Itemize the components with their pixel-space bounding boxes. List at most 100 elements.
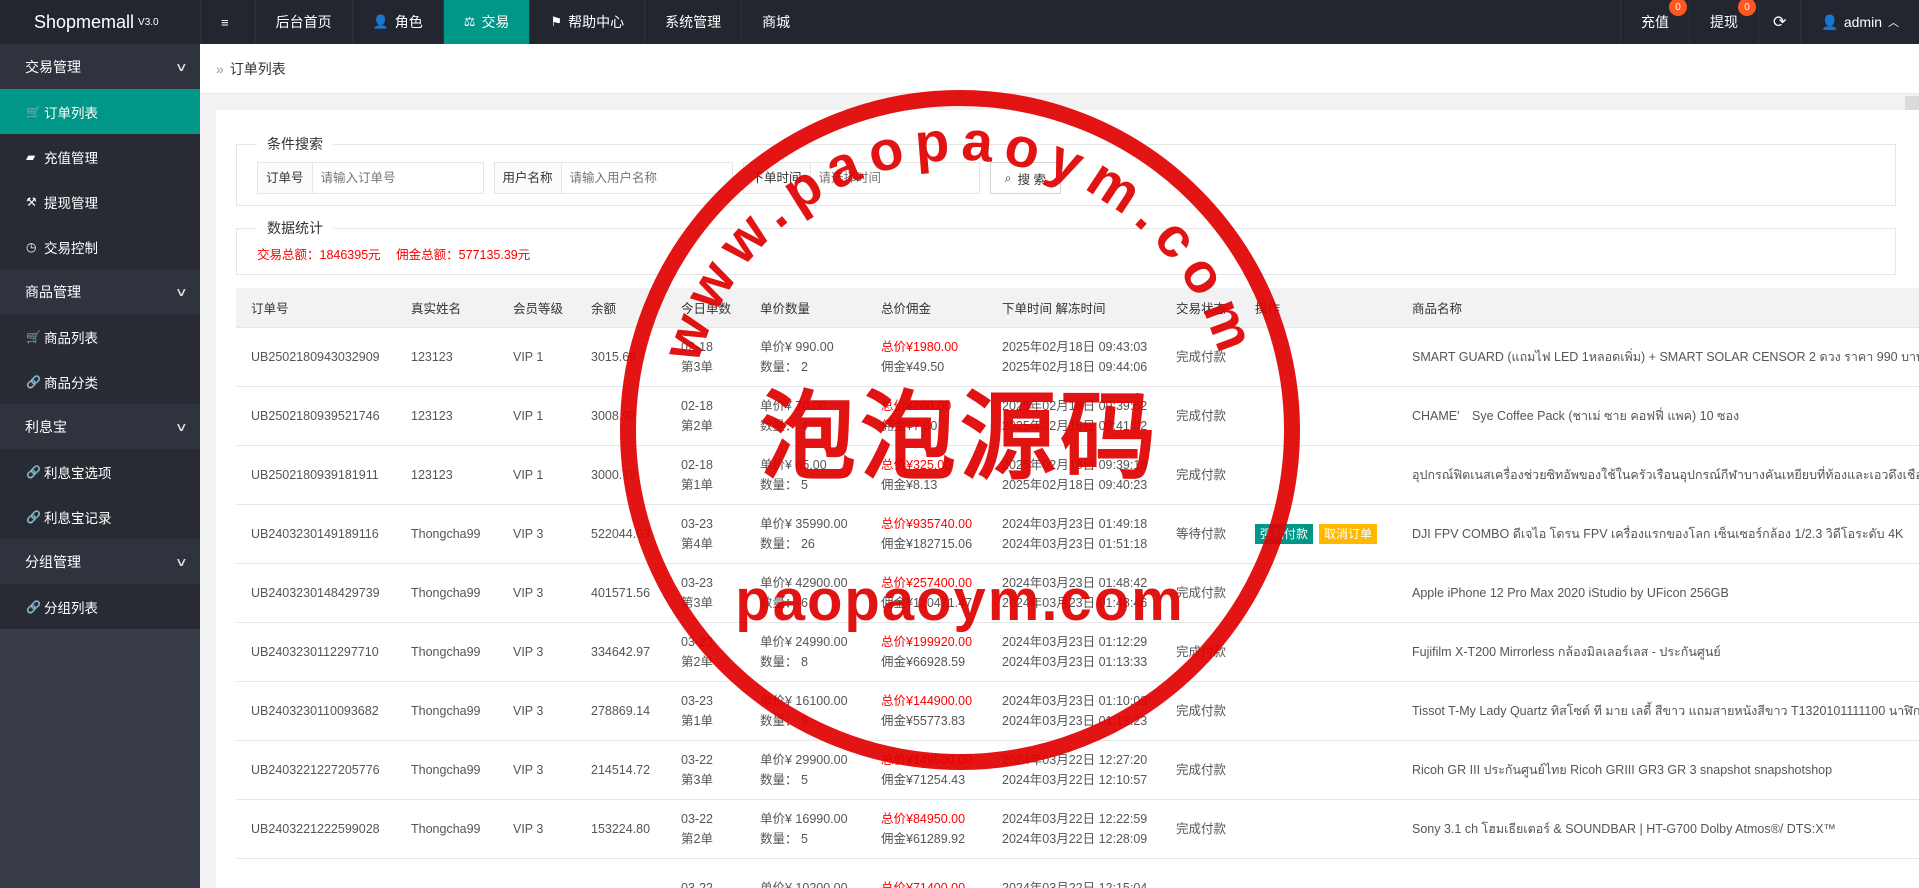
today-orders-cell: 03-22 (666, 858, 745, 888)
order-time: 2025年02月18日 09:39:18 (1002, 457, 1148, 472)
table-row[interactable]: UB2502180939181911 123123 VIP 1 3000.79 02-1… (236, 445, 1919, 505)
table-row[interactable]: 03-22 单价¥ 10200.00 总价¥71400.00 2024年03月22日 … (236, 858, 1919, 888)
actions-cell (1240, 622, 1397, 682)
sidebar-item-icon: 🔗 (26, 509, 41, 524)
real-name-cell (396, 858, 498, 888)
actions-cell (1240, 445, 1397, 505)
sidebar-group-3[interactable]: 分组管理 ∨ (0, 539, 200, 584)
unfreeze-time: 2024年03月23日 01:13:23 (1002, 713, 1148, 728)
order-time-input[interactable] (810, 163, 979, 193)
order-date: 03-23 (681, 693, 713, 708)
product-name-cell: SMART GUARD (แถมไฟ LED 1หลอดเพิ่ม) + SMA… (1397, 327, 1919, 387)
order-time: 2025年02月18日 09:39:52 (1002, 398, 1148, 413)
quantity: 数量： 2 (760, 359, 808, 374)
quantity: 数量： 5 (760, 477, 808, 492)
order-nth: 第4单 (681, 536, 713, 551)
force-pay-button[interactable]: 强制付款 (1255, 523, 1314, 544)
breadcrumb-separator-icon: » (216, 60, 224, 77)
sidebar-item-2-1[interactable]: 🔗 利息宝记录 (0, 494, 200, 539)
sidebar-item-3-0[interactable]: 🔗 分组列表 (0, 584, 200, 629)
real-name-cell: 123123 (396, 386, 498, 446)
actions-cell (1240, 858, 1397, 888)
commission: 佣金¥66928.59 (881, 654, 966, 669)
total-commission-cell: 总价¥280.00 佣金¥7.00 (866, 386, 987, 446)
top-nav-item-3[interactable]: ⚖ 交易 (442, 0, 530, 44)
sidebar-item-0-3[interactable]: ◷ 交易控制 (0, 224, 200, 269)
balance-cell: 278869.14 (576, 681, 666, 741)
order-date: 03-23 (681, 634, 713, 649)
status-cell: 完成付款 (1161, 445, 1240, 505)
top-nav-item-5[interactable]: 系统管理 (644, 0, 741, 44)
order-date: 03-23 (681, 575, 713, 590)
status-cell: 完成付款 (1161, 740, 1240, 800)
table-body: UB2502180943032909 123123 VIP 1 3015.69 02-1… (236, 327, 1919, 888)
sidebar-group-2[interactable]: 利息宝 ∨ (0, 404, 200, 449)
column-header-9: 操作 (1240, 288, 1397, 328)
table-row[interactable]: UB2502180939521746 123123 VIP 1 3008.92 02-1… (236, 386, 1919, 446)
time-cell: 2025年02月18日 09:39:18 2025年02月18日 09:40:23 (987, 445, 1161, 505)
total-price: 总价¥199920.00 (881, 634, 973, 649)
recharge-button[interactable]: 充值 0 (1620, 0, 1689, 44)
sidebar-group-0[interactable]: 交易管理 ∨ (0, 44, 200, 89)
top-header: Shopmemall V3.0 ≡ 后台首页 👤 角色 ⚖ 交易 ⚑ 帮助中心 系统管理 商城 充值… (0, 0, 1919, 44)
username-field: 用户名称 (493, 162, 733, 194)
quantity: 数量： 5 (760, 831, 808, 846)
search-button-label: 搜 索 (1017, 172, 1047, 187)
top-nav-item-1[interactable]: 后台首页 (254, 0, 352, 44)
chevron-down-icon: ∨ (175, 284, 189, 299)
sidebar: 交易管理 ∨ 🛒 订单列表 ▰ 充值管理 ⚒ 提现管理 ◷ 交易控制 商品管理 ∨ 🛒 商品列表 🔗 商品分类… (0, 44, 200, 888)
app-logo[interactable]: Shopmemall V3.0 (0, 0, 200, 44)
order-nth: 第2单 (681, 831, 713, 846)
balance-cell: 3008.92 (576, 386, 666, 446)
table-row[interactable]: UB2403230112297710 Thongcha99 VIP 3 334642.… (236, 622, 1919, 682)
table-row[interactable]: UB2403221222599028 Thongcha99 VIP 3 153224.… (236, 799, 1919, 859)
unit-price: 单价¥ 24990.00 (760, 634, 848, 649)
top-nav-item-0[interactable]: ≡ (200, 0, 255, 44)
balance-cell: 522044.03 (576, 504, 666, 564)
total-price: 总价¥149500.00 (881, 752, 973, 767)
top-nav-item-2[interactable]: 👤 角色 (351, 0, 443, 44)
search-button[interactable]: ⌕ 搜 索 (989, 162, 1062, 194)
top-nav-item-4[interactable]: ⚑ 帮助中心 (529, 0, 644, 44)
sidebar-group-label: 利息宝 (25, 418, 67, 435)
table-row[interactable]: UB2403221227205776 Thongcha99 VIP 3 214514.… (236, 740, 1919, 800)
order-id-cell: UB2403221227205776 (236, 740, 396, 800)
sidebar-item-0-2[interactable]: ⚒ 提现管理 (0, 179, 200, 224)
sidebar-item-1-1[interactable]: 🔗 商品分类 (0, 359, 200, 404)
order-nth: 第3单 (681, 359, 713, 374)
time-cell: 2025年02月18日 09:43:03 2025年02月18日 09:44:06 (987, 327, 1161, 387)
sidebar-item-0-1[interactable]: ▰ 充值管理 (0, 134, 200, 179)
product-name-cell: Ricoh GR III ประกันศูนย์ไทย Ricoh GRIII … (1397, 740, 1919, 800)
order-id-cell (236, 858, 396, 888)
top-nav-item-6[interactable]: 商城 (741, 0, 810, 44)
table-row[interactable]: UB2403230149189116 Thongcha99 VIP 3 522044.… (236, 504, 1919, 564)
today-orders-cell: 03-23 第3单 (666, 563, 745, 623)
sidebar-item-label: 订单列表 (44, 105, 98, 121)
today-orders-cell: 03-23 第1单 (666, 681, 745, 741)
order-id-cell: UB2403230148429739 (236, 563, 396, 623)
withdraw-button[interactable]: 提现 0 (1689, 0, 1758, 44)
order-time: 2025年02月18日 09:43:03 (1002, 339, 1148, 354)
username-input[interactable] (561, 163, 732, 193)
total-commission-cell: 总价¥71400.00 (866, 858, 987, 888)
order-table-wrapper: 订单号 真实姓名 会员等级 余额 今日单数 单价数量 总价佣金 下单时间 解冻时间 交易状态 操作… (236, 288, 1919, 888)
breadcrumb-current: 订单列表 (229, 60, 286, 77)
balance-cell: 3000.79 (576, 445, 666, 505)
search-icon: ⌕ (1004, 170, 1012, 185)
sidebar-item-0-0[interactable]: 🛒 订单列表 (0, 89, 200, 134)
order-time: 2024年03月22日 12:27:20 (1002, 752, 1148, 767)
order-time: 2024年03月23日 01:10:09 (1002, 693, 1148, 708)
sidebar-group-1[interactable]: 商品管理 ∨ (0, 269, 200, 314)
table-row[interactable]: UB2403230148429739 Thongcha99 VIP 3 401571.… (236, 563, 1919, 623)
table-row[interactable]: UB2403230110093682 Thongcha99 VIP 3 278869.… (236, 681, 1919, 741)
sidebar-item-label: 交易控制 (44, 240, 98, 256)
column-header-7: 下单时间 解冻时间 (987, 288, 1161, 328)
cancel-order-button[interactable]: 取消订单 (1319, 523, 1378, 544)
refresh-button[interactable]: ⟳ (1758, 0, 1800, 44)
table-row[interactable]: UB2502180943032909 123123 VIP 1 3015.69 02-1… (236, 327, 1919, 387)
order-number-input[interactable] (312, 163, 483, 193)
sidebar-item-1-0[interactable]: 🛒 商品列表 (0, 314, 200, 359)
user-menu[interactable]: 👤 admin ︿ (1800, 0, 1919, 44)
commission: 佣金¥61289.92 (881, 831, 966, 846)
sidebar-item-2-0[interactable]: 🔗 利息宝选项 (0, 449, 200, 494)
